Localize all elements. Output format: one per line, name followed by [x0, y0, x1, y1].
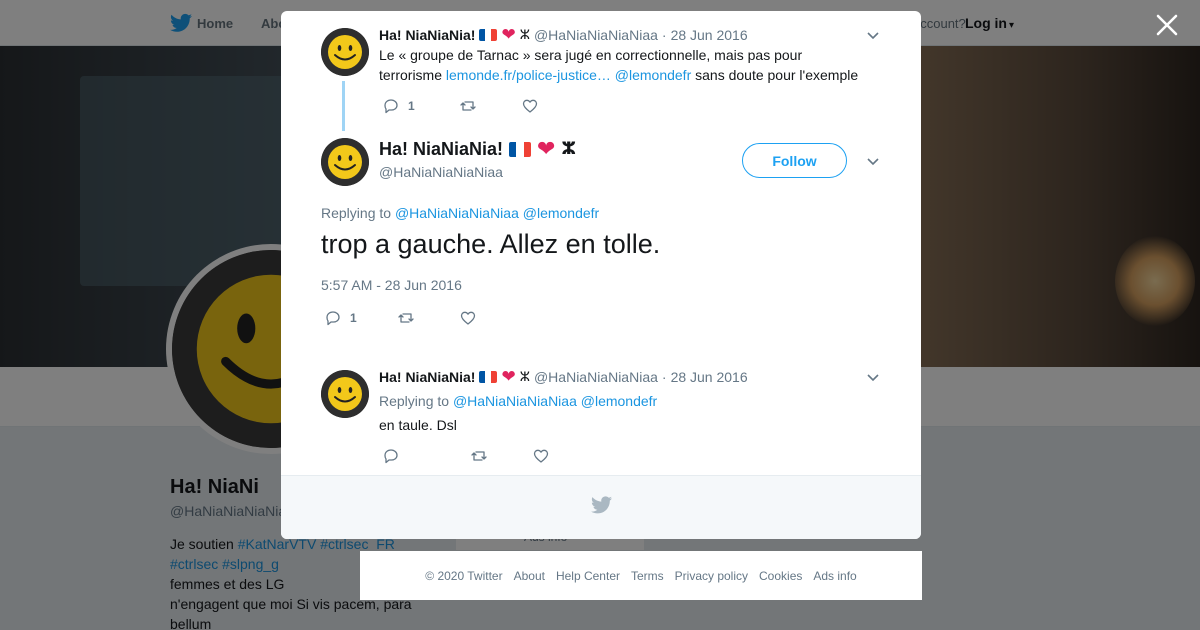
footer-about-link[interactable]: About	[514, 569, 545, 583]
footer-privacy-link[interactable]: Privacy policy	[675, 569, 748, 583]
retweet-icon	[471, 451, 487, 461]
twitter-bird-icon	[591, 496, 612, 514]
yaz-symbol: ⵣ	[519, 26, 530, 42]
like-button[interactable]	[532, 447, 550, 465]
reply-icon	[326, 311, 340, 326]
heart-emoji-icon: ❤	[501, 367, 516, 386]
tweet-date[interactable]: 28 Jun 2016	[671, 369, 748, 385]
tweet-text-line: terrorisme	[379, 67, 443, 83]
separator-dot: ·	[661, 368, 667, 385]
reply-count: 1	[408, 99, 415, 113]
chevron-down-icon[interactable]	[866, 28, 880, 42]
chevron-down-icon[interactable]	[866, 154, 880, 168]
retweet-button[interactable]	[397, 309, 415, 327]
follow-button[interactable]: Follow	[742, 143, 847, 178]
avatar[interactable]	[321, 28, 369, 76]
replying-to-mention[interactable]: @HaNiaNiaNiaNiaa	[453, 393, 577, 409]
tweet-date[interactable]: 28 Jun 2016	[671, 27, 748, 43]
reply-count: 1	[350, 311, 357, 325]
tweet-text-line: sans doute pour l'exemple	[695, 67, 859, 83]
focus-tweet-actions: 1	[324, 309, 521, 327]
like-icon	[533, 449, 549, 463]
retweet-button[interactable]	[459, 97, 477, 115]
replying-to-label: Replying to	[379, 393, 450, 409]
reply-button[interactable]	[382, 447, 400, 465]
tweet-header: Ha! NiaNiaNia! ❤ ⵣ @HaNiaNiaNiaNiaa · 28…	[379, 26, 748, 43]
avatar[interactable]	[321, 370, 369, 418]
replying-to: Replying to @HaNiaNiaNiaNiaa @lemondefr	[379, 393, 657, 409]
replying-to-mention[interactable]: @lemondefr	[523, 205, 599, 221]
footer-copyright: © 2020 Twitter	[425, 568, 503, 583]
tweet-author-handle[interactable]: @HaNiaNiaNiaNiaa	[534, 369, 658, 385]
footer-cookies-link[interactable]: Cookies	[759, 569, 802, 583]
french-flag-icon	[479, 28, 498, 41]
like-button[interactable]	[521, 97, 539, 115]
chevron-down-icon[interactable]	[866, 370, 880, 384]
close-icon[interactable]	[1154, 12, 1180, 38]
tweet-permalink-modal: Ha! NiaNiaNia! ❤ ⵣ @HaNiaNiaNiaNiaa · 28…	[281, 11, 921, 539]
focus-author-handle[interactable]: @HaNiaNiaNiaNiaa	[379, 164, 503, 180]
tweet-url-link[interactable]: lemonde.fr/police-justice…	[446, 67, 611, 83]
french-flag-icon	[509, 141, 532, 157]
separator-dot: ·	[661, 26, 667, 43]
replying-to-label: Replying to	[321, 205, 392, 221]
french-flag-icon	[479, 370, 498, 383]
focus-author-name[interactable]: Ha! NiaNiaNia!	[379, 139, 503, 160]
tweet-author-name[interactable]: Ha! NiaNiaNia!	[379, 369, 475, 385]
replying-to-mention[interactable]: @HaNiaNiaNiaNiaa	[395, 205, 519, 221]
focus-tweet-text: trop a gauche. Allez en tolle.	[321, 229, 661, 259]
tweet-text: en taule. Dsl	[379, 417, 457, 433]
reply-button[interactable]: 1	[382, 97, 415, 115]
heart-emoji-icon: ❤	[501, 25, 516, 44]
avatar[interactable]	[321, 138, 369, 186]
reply-icon	[384, 449, 398, 464]
retweet-button[interactable]	[470, 447, 488, 465]
tweet-header: Ha! NiaNiaNia! ❤ ⵣ @HaNiaNiaNiaNiaa · 28…	[379, 368, 748, 385]
thread-connector-line	[342, 81, 345, 131]
tweet-text: Le « groupe de Tarnac » sera jugé en cor…	[379, 45, 899, 85]
footer-terms-link[interactable]: Terms	[631, 569, 664, 583]
yaz-symbol: ⵣ	[519, 368, 530, 384]
footer-help-link[interactable]: Help Center	[556, 569, 620, 583]
tweet-actions: 1	[382, 97, 583, 115]
reply-button[interactable]: 1	[324, 309, 357, 327]
like-button[interactable]	[459, 309, 477, 327]
like-icon	[460, 311, 475, 325]
tweet-text-line: Le « groupe de Tarnac » sera jugé en cor…	[379, 47, 803, 63]
tweet-author-name[interactable]: Ha! NiaNiaNia!	[379, 27, 475, 43]
tweet-actions	[382, 447, 594, 465]
footer-ads-link[interactable]: Ads info	[813, 569, 856, 583]
replying-to: Replying to @HaNiaNiaNiaNiaa @lemondefr	[321, 205, 599, 221]
reply-icon	[384, 99, 398, 114]
replying-to-mention[interactable]: @lemondefr	[581, 393, 657, 409]
focus-tweet-timestamp[interactable]: 5:57 AM - 28 Jun 2016	[321, 277, 462, 293]
smiley-avatar-icon	[321, 28, 369, 76]
smiley-avatar-icon	[321, 138, 369, 186]
tweet-mention-link[interactable]: @lemondefr	[615, 67, 691, 83]
heart-emoji-icon: ❤	[537, 136, 556, 161]
tweet-author-handle[interactable]: @HaNiaNiaNiaNiaa	[534, 27, 658, 43]
retweet-icon	[398, 313, 414, 323]
like-icon	[522, 99, 537, 113]
smiley-avatar-icon	[321, 370, 369, 418]
yaz-symbol: ⵣ	[561, 139, 576, 158]
modal-footer	[281, 475, 921, 539]
page-footer: © 2020 Twitter About Help Center Terms P…	[360, 551, 922, 600]
retweet-icon	[460, 101, 476, 111]
focus-tweet-author: Ha! NiaNiaNia! ❤ ⵣ	[379, 138, 576, 160]
